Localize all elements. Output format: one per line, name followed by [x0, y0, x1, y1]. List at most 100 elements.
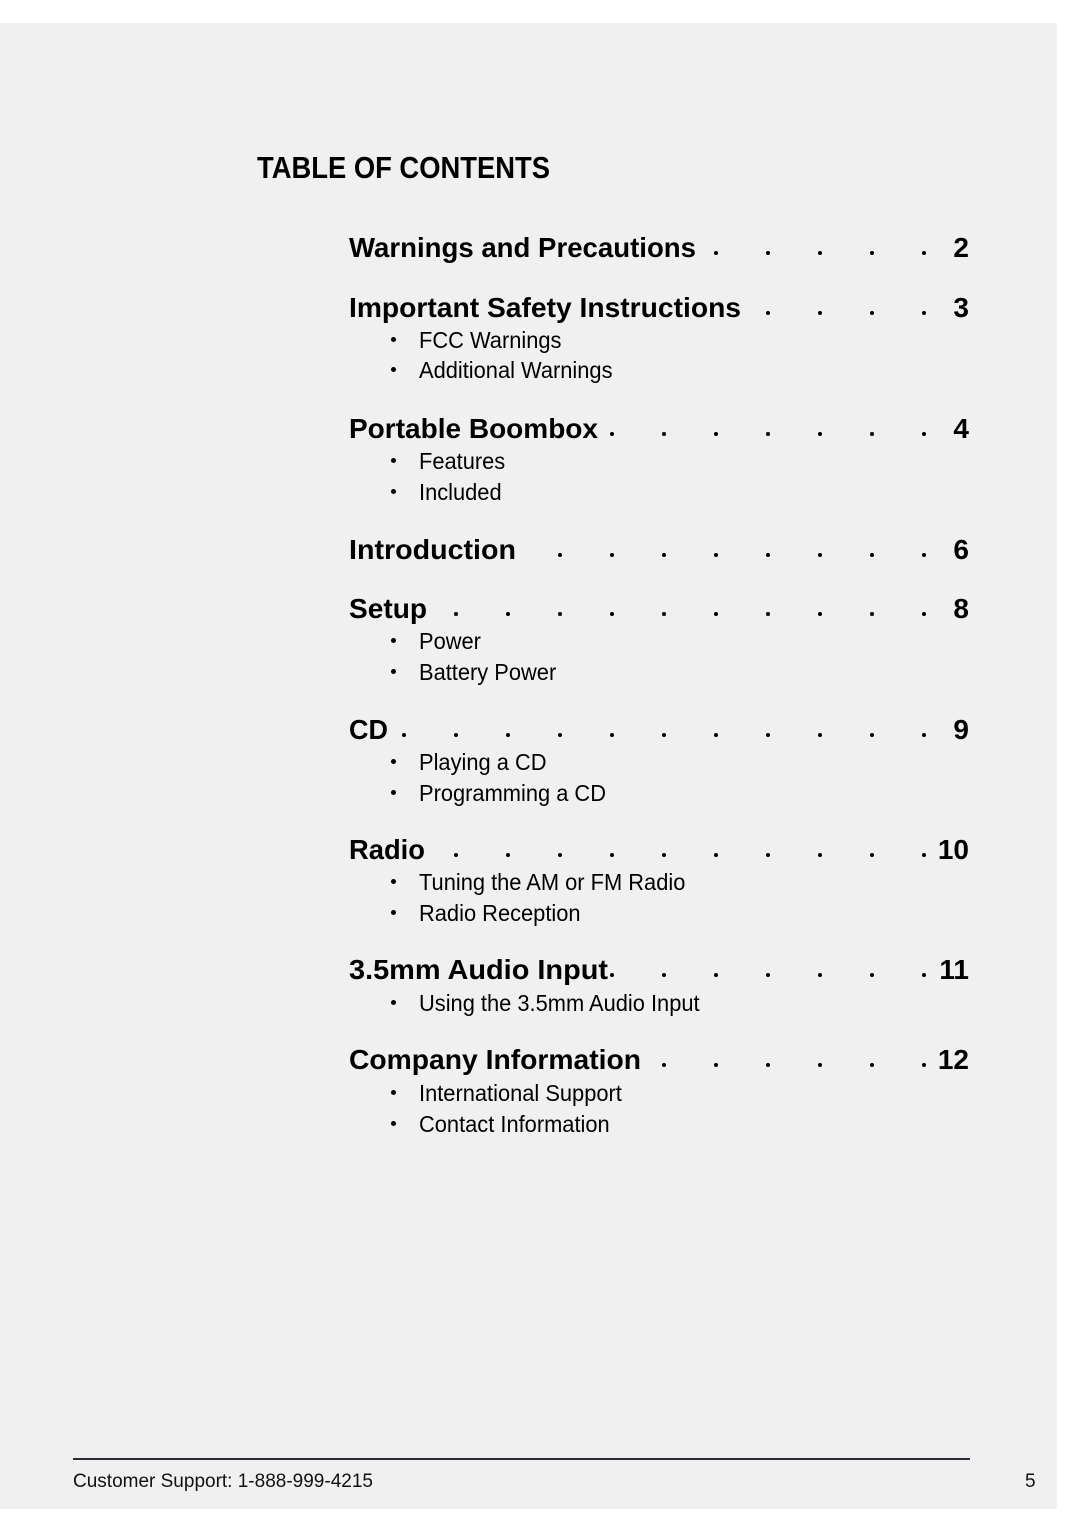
- leader-dot: [870, 612, 874, 616]
- toc-subitem: Radio Reception: [386, 897, 886, 925]
- leader-dot: [922, 1063, 926, 1067]
- leader-dot: [766, 311, 770, 315]
- leader-dot: [610, 612, 614, 616]
- leader-dot: [766, 553, 770, 557]
- leader-dot: [818, 733, 822, 737]
- leader-dot: [454, 612, 458, 616]
- toc-entry-title[interactable]: CD: [349, 716, 388, 744]
- leader-dot: [818, 251, 822, 255]
- toc-subitem-label: FCC Warnings: [419, 327, 562, 353]
- toc-entry[interactable]: Radio 10: [349, 828, 969, 864]
- leader-dot: [818, 553, 822, 557]
- toc-entry[interactable]: Warnings and Precautions 2: [349, 226, 969, 262]
- leader-dot: [818, 1063, 822, 1067]
- leader-dot: [922, 733, 926, 737]
- leader-dot: [454, 733, 458, 737]
- toc-subitem-label: Features: [419, 448, 506, 474]
- leader-dot: [714, 973, 718, 977]
- toc-subitem: FCC Warnings: [386, 324, 886, 352]
- toc-subitem: Power: [386, 625, 886, 653]
- toc-subitem-label: Included: [419, 479, 502, 505]
- toc-entry[interactable]: CD 9: [349, 708, 969, 744]
- toc-entry[interactable]: Important Safety Instructions 3: [349, 286, 969, 322]
- bullet-icon: [391, 879, 396, 884]
- toc-entry-title[interactable]: Portable Boombox: [349, 415, 598, 443]
- leader-dot: [558, 853, 562, 857]
- leader-dot: [870, 553, 874, 557]
- bullet-icon: [391, 790, 396, 795]
- leader-dot: [558, 612, 562, 616]
- leader-dot: [870, 432, 874, 436]
- leader-dot: [766, 973, 770, 977]
- bullet-icon: [391, 458, 396, 463]
- toc-entry-title[interactable]: Radio: [349, 836, 425, 864]
- toc-entry-title[interactable]: Important Safety Instructions: [349, 294, 741, 322]
- toc-entry-page-number: 8: [953, 593, 969, 624]
- toc-subitem-label: Power: [419, 628, 481, 654]
- toc-entry[interactable]: 3.5mm Audio Input 11: [349, 948, 969, 984]
- leader-dot: [714, 612, 718, 616]
- toc-subitem: Programming a CD: [386, 777, 886, 805]
- toc-entry-page-number: 11: [939, 954, 969, 985]
- toc-entry[interactable]: Portable Boombox 4: [349, 407, 969, 443]
- toc-entry-page-number: 12: [937, 1044, 969, 1075]
- toc-subitem: Features: [386, 445, 886, 473]
- leader-dot: [714, 432, 718, 436]
- footer-customer-support: Customer Support: 1-888-999-4215: [73, 1471, 373, 1492]
- toc-entry-page-number: 3: [953, 292, 969, 323]
- leader-dot: [870, 733, 874, 737]
- toc-subitem-label: International Support: [419, 1080, 622, 1106]
- bullet-icon: [391, 337, 396, 342]
- toc-entry-title[interactable]: Setup: [349, 595, 427, 623]
- leader-dot: [922, 973, 926, 977]
- toc-entry-page-number: 6: [953, 534, 969, 565]
- leader-dot: [662, 432, 666, 436]
- toc-entry-title[interactable]: Warnings and Precautions: [349, 234, 696, 262]
- leader-dot: [870, 251, 874, 255]
- toc-subitem-label: Using the 3.5mm Audio Input: [419, 990, 700, 1016]
- leader-dot: [922, 612, 926, 616]
- leader-dot: [714, 733, 718, 737]
- toc-entry[interactable]: Setup 8: [349, 587, 969, 623]
- toc-entry-title[interactable]: Introduction: [349, 536, 516, 564]
- leader-dot: [922, 853, 926, 857]
- bullet-icon: [391, 367, 396, 372]
- toc-subitem-label: Programming a CD: [419, 780, 607, 806]
- toc-subitem-label: Playing a CD: [419, 749, 547, 775]
- leader-dot: [870, 1063, 874, 1067]
- leader-dot: [558, 733, 562, 737]
- leader-dot: [766, 251, 770, 255]
- leader-dot: [922, 311, 926, 315]
- toc-entry[interactable]: Company Information 12: [349, 1038, 969, 1074]
- leader-dot: [818, 973, 822, 977]
- leader-dot: [714, 251, 718, 255]
- leader-dot: [714, 553, 718, 557]
- leader-dot: [662, 973, 666, 977]
- toc-entry-title[interactable]: Company Information: [349, 1046, 641, 1074]
- leader-dot: [506, 853, 510, 857]
- leader-dot: [818, 612, 822, 616]
- toc-subitem: Using the 3.5mm Audio Input: [386, 987, 886, 1015]
- leader-dot: [766, 733, 770, 737]
- leader-dot: [610, 553, 614, 557]
- toc-entry[interactable]: Introduction 6: [349, 528, 969, 564]
- toc-entry-page-number: 4: [953, 413, 969, 444]
- toc-subitem: International Support: [386, 1077, 886, 1105]
- leader-dot: [662, 733, 666, 737]
- leader-dot: [818, 853, 822, 857]
- leader-dot: [870, 853, 874, 857]
- footer-divider: [73, 1458, 970, 1460]
- bullet-icon: [391, 1090, 396, 1095]
- footer-page-number: 5: [1025, 1471, 1036, 1492]
- leader-dot: [818, 311, 822, 315]
- leader-dot: [922, 553, 926, 557]
- leader-dot: [766, 432, 770, 436]
- leader-dot: [610, 733, 614, 737]
- toc-subitem-label: Additional Warnings: [419, 357, 613, 383]
- leader-dot: [662, 612, 666, 616]
- leader-dot: [454, 853, 458, 857]
- leader-dot: [610, 432, 614, 436]
- toc-entry-title[interactable]: 3.5mm Audio Input: [349, 956, 608, 984]
- leader-dot: [402, 733, 406, 737]
- leader-dot: [662, 553, 666, 557]
